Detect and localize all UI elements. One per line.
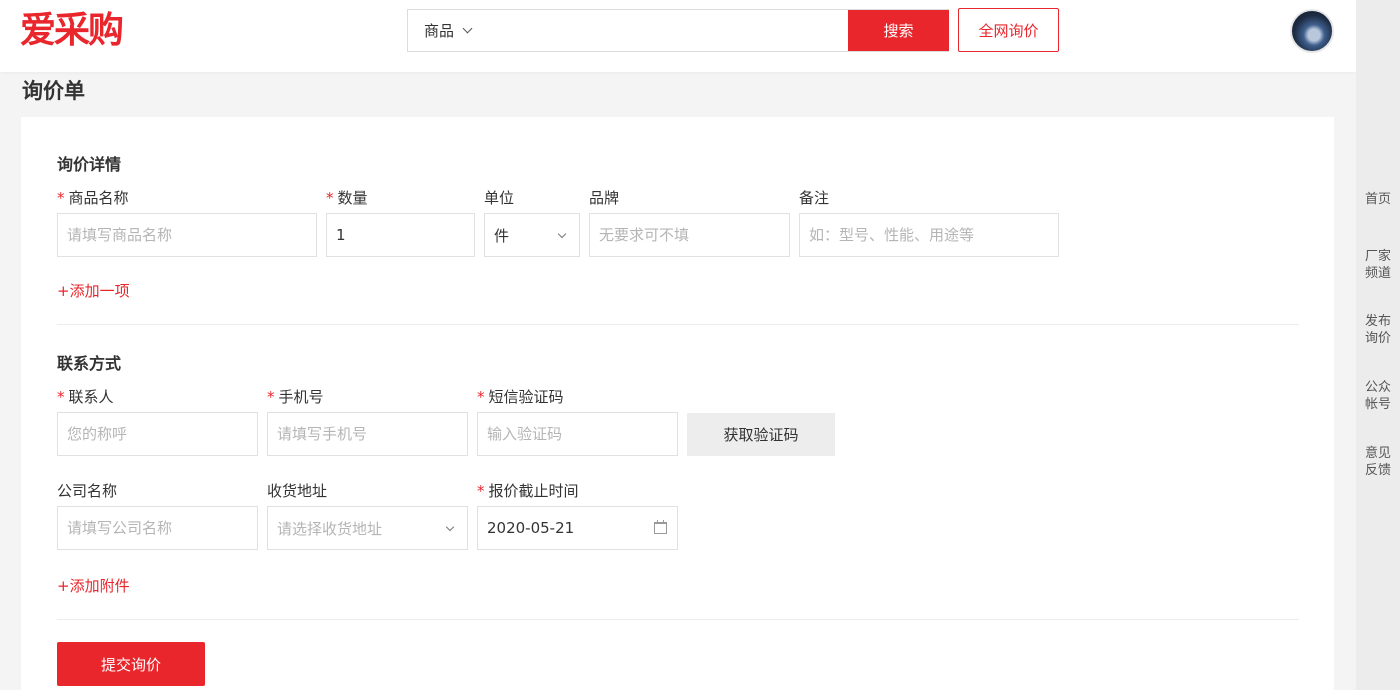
address-select[interactable]: 请选择收货地址 [267, 506, 468, 550]
company-name-field [57, 506, 258, 550]
note-input[interactable] [809, 226, 1049, 244]
add-item-link[interactable]: +添加一项 [57, 280, 130, 301]
deadline-value: 2020-05-21 [487, 519, 575, 537]
rail-item-official-account[interactable]: 公众 帐号 [1356, 379, 1400, 413]
contact-person-label: * 联系人 [57, 388, 114, 406]
chevron-down-icon [462, 23, 473, 34]
section-divider [57, 619, 1299, 620]
phone-field [267, 412, 468, 456]
brand-field [589, 213, 790, 257]
search-input[interactable] [488, 10, 848, 51]
required-mark: * [57, 388, 65, 406]
page-title: 询价单 [22, 79, 85, 103]
required-mark: * [326, 189, 334, 207]
calendar-icon [654, 520, 667, 534]
product-name-input[interactable] [67, 226, 307, 244]
search-bar: 商品 搜索 [407, 9, 949, 52]
address-label: 收货地址 [267, 482, 328, 500]
phone-label: * 手机号 [267, 388, 324, 406]
address-placeholder: 请选择收货地址 [277, 519, 383, 538]
company-name-input[interactable] [67, 519, 248, 537]
contact-person-field [57, 412, 258, 456]
unit-select[interactable]: 件 [484, 213, 580, 257]
note-label: 备注 [799, 189, 830, 207]
rail-item-home[interactable]: 首页 [1356, 191, 1400, 208]
required-mark: * [477, 388, 485, 406]
top-header: 爱采购 商品 搜索 全网询价 [0, 0, 1356, 72]
right-sidebar: 首页 厂家 频道 发布 询价 公众 帐号 意见 反馈 [1356, 0, 1400, 690]
contact-section-title: 联系方式 [57, 354, 122, 373]
deadline-date-picker[interactable]: 2020-05-21 [477, 506, 678, 550]
sms-code-input[interactable] [487, 425, 668, 443]
chevron-down-icon [557, 229, 567, 239]
section-divider [57, 324, 1299, 325]
required-mark: * [267, 388, 275, 406]
required-mark: * [57, 189, 65, 207]
add-attachment-link[interactable]: +添加附件 [57, 575, 130, 596]
search-category-select[interactable]: 商品 [408, 10, 488, 51]
quantity-label: * 数量 [326, 189, 368, 207]
details-section-title: 询价详情 [57, 155, 122, 174]
unit-label: 单位 [484, 189, 515, 207]
note-field [799, 213, 1059, 257]
inquiry-form-card: 询价详情 *商品名称 *数量 单位 件 品牌 备注 +添加一项 联系方式 *联系… [21, 117, 1334, 690]
avatar[interactable] [1290, 9, 1334, 53]
get-code-button[interactable]: 获取验证码 [687, 413, 835, 456]
company-name-label: 公司名称 [57, 482, 118, 500]
deadline-label: * 报价截止时间 [477, 482, 579, 500]
sms-code-field [477, 412, 678, 456]
search-category-label: 商品 [424, 22, 455, 40]
product-name-field [57, 213, 317, 257]
unit-value: 件 [494, 226, 510, 245]
submit-inquiry-button[interactable]: 提交询价 [57, 642, 205, 686]
brand-input[interactable] [599, 226, 780, 244]
required-mark: * [477, 482, 485, 500]
contact-person-input[interactable] [67, 425, 248, 443]
global-inquiry-button[interactable]: 全网询价 [958, 8, 1059, 52]
logo[interactable]: 爱采购 [20, 10, 124, 50]
product-name-label: * 商品名称 [57, 189, 129, 207]
quantity-input[interactable] [336, 226, 465, 244]
quantity-field [326, 213, 475, 257]
phone-input[interactable] [277, 425, 458, 443]
brand-label: 品牌 [589, 189, 620, 207]
rail-item-feedback[interactable]: 意见 反馈 [1356, 445, 1400, 479]
search-button[interactable]: 搜索 [848, 10, 949, 51]
rail-item-post-inquiry[interactable]: 发布 询价 [1356, 313, 1400, 347]
sms-code-label: * 短信验证码 [477, 388, 564, 406]
chevron-down-icon [445, 522, 455, 532]
rail-item-factory-channel[interactable]: 厂家 频道 [1356, 248, 1400, 282]
